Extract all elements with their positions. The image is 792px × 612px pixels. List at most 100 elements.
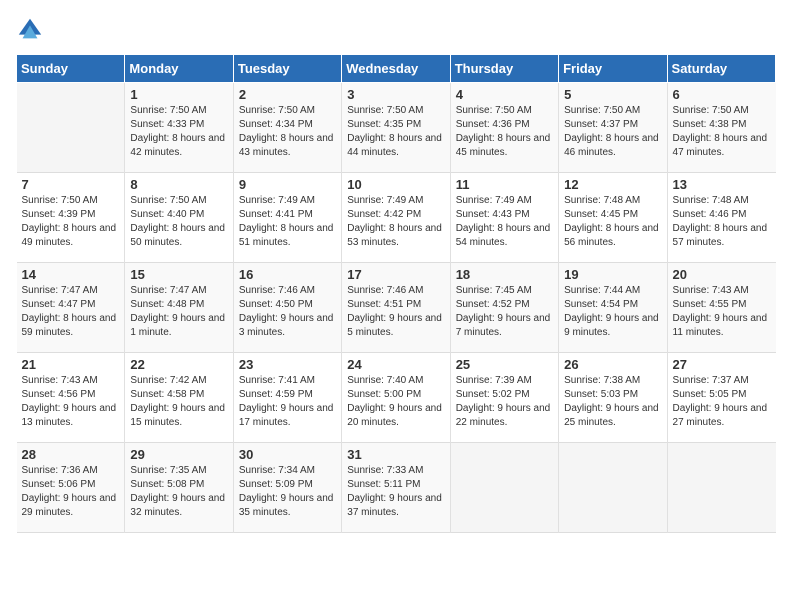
calendar-cell: 16Sunrise: 7:46 AMSunset: 4:50 PMDayligh…: [233, 263, 341, 353]
logo: [16, 16, 48, 44]
day-info: Sunrise: 7:48 AMSunset: 4:45 PMDaylight:…: [564, 194, 661, 250]
day-info: Sunrise: 7:46 AMSunset: 4:51 PMDaylight:…: [347, 284, 444, 340]
day-number: 31: [347, 447, 444, 462]
day-number: 27: [673, 357, 771, 372]
week-row-3: 14 Sunrise: 7:47 AMSunset: 4:47 PMDayligh…: [17, 263, 776, 353]
day-number: 14: [22, 267, 120, 282]
day-number: 30: [239, 447, 336, 462]
day-info: Sunrise: 7:50 AMSunset: 4:37 PMDaylight:…: [564, 104, 661, 160]
day-info: Sunrise: 7:41 AMSunset: 4:59 PMDaylight:…: [239, 374, 336, 430]
day-number: 23: [239, 357, 336, 372]
day-number: 10: [347, 177, 444, 192]
calendar-cell: 2 Sunrise: 7:50 AMSunset: 4:34 PMDaylight…: [233, 83, 341, 173]
day-number: 28: [22, 447, 120, 462]
calendar-cell: 19Sunrise: 7:44 AMSunset: 4:54 PMDayligh…: [559, 263, 667, 353]
calendar-cell: 14 Sunrise: 7:47 AMSunset: 4:47 PMDayligh…: [17, 263, 125, 353]
calendar-cell: 27Sunrise: 7:37 AMSunset: 5:05 PMDayligh…: [667, 353, 775, 443]
day-number: 22: [130, 357, 227, 372]
day-number: 26: [564, 357, 661, 372]
calendar-cell: [667, 443, 775, 533]
day-number: 15: [130, 267, 227, 282]
day-number: 17: [347, 267, 444, 282]
calendar-cell: 26 Sunrise: 7:38 AMSunset: 5:03 PMDayligh…: [559, 353, 667, 443]
calendar-cell: 20 Sunrise: 7:43 AMSunset: 4:55 PMDayligh…: [667, 263, 775, 353]
day-number: 3: [347, 87, 444, 102]
day-info: Sunrise: 7:33 AMSunset: 5:11 PMDaylight:…: [347, 464, 444, 520]
day-number: 20: [673, 267, 771, 282]
calendar-cell: 13 Sunrise: 7:48 AMSunset: 4:46 PMDayligh…: [667, 173, 775, 263]
week-row-4: 21 Sunrise: 7:43 AMSunset: 4:56 PMDayligh…: [17, 353, 776, 443]
day-info: Sunrise: 7:36 AMSunset: 5:06 PMDaylight:…: [22, 464, 120, 520]
calendar-cell: 31 Sunrise: 7:33 AMSunset: 5:11 PMDayligh…: [342, 443, 450, 533]
day-number: 7: [22, 177, 120, 192]
header-sunday: Sunday: [17, 55, 125, 83]
day-number: 2: [239, 87, 336, 102]
day-number: 18: [456, 267, 553, 282]
day-number: 21: [22, 357, 120, 372]
day-number: 24: [347, 357, 444, 372]
day-info: Sunrise: 7:40 AMSunset: 5:00 PMDaylight:…: [347, 374, 444, 430]
day-number: 12: [564, 177, 661, 192]
calendar-cell: 23 Sunrise: 7:41 AMSunset: 4:59 PMDayligh…: [233, 353, 341, 443]
day-info: Sunrise: 7:42 AMSunset: 4:58 PMDaylight:…: [130, 374, 227, 430]
header-saturday: Saturday: [667, 55, 775, 83]
calendar-cell: 6 Sunrise: 7:50 AMSunset: 4:38 PMDaylight…: [667, 83, 775, 173]
calendar-cell: 30 Sunrise: 7:34 AMSunset: 5:09 PMDayligh…: [233, 443, 341, 533]
calendar-cell: 21 Sunrise: 7:43 AMSunset: 4:56 PMDayligh…: [17, 353, 125, 443]
day-info: Sunrise: 7:47 AMSunset: 4:48 PMDaylight:…: [130, 284, 227, 340]
calendar-cell: 3Sunrise: 7:50 AMSunset: 4:35 PMDaylight…: [342, 83, 450, 173]
day-info: Sunrise: 7:49 AMSunset: 4:42 PMDaylight:…: [347, 194, 444, 250]
day-number: 4: [456, 87, 553, 102]
calendar-cell: 9Sunrise: 7:49 AMSunset: 4:41 PMDaylight…: [233, 173, 341, 263]
day-number: 25: [456, 357, 553, 372]
day-info: Sunrise: 7:35 AMSunset: 5:08 PMDaylight:…: [130, 464, 227, 520]
day-info: Sunrise: 7:50 AMSunset: 4:34 PMDaylight:…: [239, 104, 336, 160]
day-info: Sunrise: 7:50 AMSunset: 4:33 PMDaylight:…: [130, 104, 227, 160]
day-number: 29: [130, 447, 227, 462]
day-info: Sunrise: 7:49 AMSunset: 4:43 PMDaylight:…: [456, 194, 553, 250]
day-info: Sunrise: 7:43 AMSunset: 4:56 PMDaylight:…: [22, 374, 120, 430]
calendar-cell: [17, 83, 125, 173]
calendar-cell: 1 Sunrise: 7:50 AMSunset: 4:33 PMDaylight…: [125, 83, 233, 173]
calendar-cell: 17 Sunrise: 7:46 AMSunset: 4:51 PMDayligh…: [342, 263, 450, 353]
day-number: 5: [564, 87, 661, 102]
week-row-1: 1 Sunrise: 7:50 AMSunset: 4:33 PMDaylight…: [17, 83, 776, 173]
day-number: 16: [239, 267, 336, 282]
day-number: 6: [673, 87, 771, 102]
header-row: SundayMondayTuesdayWednesdayThursdayFrid…: [17, 55, 776, 83]
week-row-5: 28 Sunrise: 7:36 AMSunset: 5:06 PMDayligh…: [17, 443, 776, 533]
calendar-cell: 5 Sunrise: 7:50 AMSunset: 4:37 PMDaylight…: [559, 83, 667, 173]
day-number: 8: [130, 177, 227, 192]
day-info: Sunrise: 7:47 AMSunset: 4:47 PMDaylight:…: [22, 284, 120, 340]
calendar-cell: 24 Sunrise: 7:40 AMSunset: 5:00 PMDayligh…: [342, 353, 450, 443]
calendar-table: SundayMondayTuesdayWednesdayThursdayFrid…: [16, 54, 776, 533]
calendar-cell: [559, 443, 667, 533]
header-monday: Monday: [125, 55, 233, 83]
calendar-cell: 28 Sunrise: 7:36 AMSunset: 5:06 PMDayligh…: [17, 443, 125, 533]
calendar-cell: [450, 443, 558, 533]
day-info: Sunrise: 7:49 AMSunset: 4:41 PMDaylight:…: [239, 194, 336, 250]
day-info: Sunrise: 7:45 AMSunset: 4:52 PMDaylight:…: [456, 284, 553, 340]
week-row-2: 7 Sunrise: 7:50 AMSunset: 4:39 PMDaylight…: [17, 173, 776, 263]
day-number: 1: [130, 87, 227, 102]
day-info: Sunrise: 7:38 AMSunset: 5:03 PMDaylight:…: [564, 374, 661, 430]
header-tuesday: Tuesday: [233, 55, 341, 83]
day-info: Sunrise: 7:44 AMSunset: 4:54 PMDaylight:…: [564, 284, 661, 340]
day-info: Sunrise: 7:48 AMSunset: 4:46 PMDaylight:…: [673, 194, 771, 250]
calendar-cell: 4Sunrise: 7:50 AMSunset: 4:36 PMDaylight…: [450, 83, 558, 173]
header-friday: Friday: [559, 55, 667, 83]
day-info: Sunrise: 7:43 AMSunset: 4:55 PMDaylight:…: [673, 284, 771, 340]
calendar-cell: 18 Sunrise: 7:45 AMSunset: 4:52 PMDayligh…: [450, 263, 558, 353]
calendar-cell: 7 Sunrise: 7:50 AMSunset: 4:39 PMDaylight…: [17, 173, 125, 263]
calendar-cell: 29 Sunrise: 7:35 AMSunset: 5:08 PMDayligh…: [125, 443, 233, 533]
day-info: Sunrise: 7:39 AMSunset: 5:02 PMDaylight:…: [456, 374, 553, 430]
day-info: Sunrise: 7:50 AMSunset: 4:38 PMDaylight:…: [673, 104, 771, 160]
day-info: Sunrise: 7:50 AMSunset: 4:39 PMDaylight:…: [22, 194, 120, 250]
day-info: Sunrise: 7:34 AMSunset: 5:09 PMDaylight:…: [239, 464, 336, 520]
day-number: 13: [673, 177, 771, 192]
day-info: Sunrise: 7:50 AMSunset: 4:40 PMDaylight:…: [130, 194, 227, 250]
calendar-cell: 15 Sunrise: 7:47 AMSunset: 4:48 PMDayligh…: [125, 263, 233, 353]
day-number: 11: [456, 177, 553, 192]
calendar-cell: 12 Sunrise: 7:48 AMSunset: 4:45 PMDayligh…: [559, 173, 667, 263]
header-wednesday: Wednesday: [342, 55, 450, 83]
